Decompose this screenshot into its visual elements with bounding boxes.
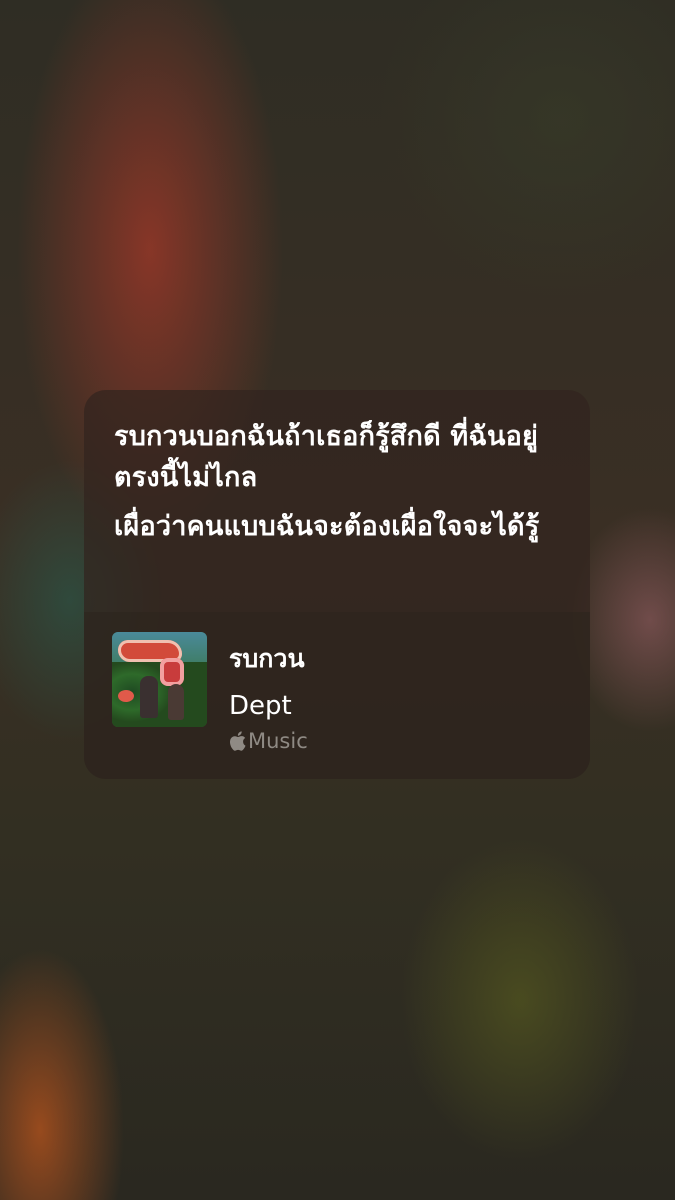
track-meta: รบกวน Dept Music: [229, 642, 308, 755]
lyrics-share-card[interactable]: รบกวนบอกฉันถ้าเธอก็รู้สึกดี ที่ฉันอยู่ตร…: [84, 390, 590, 779]
lyrics-section: รบกวนบอกฉันถ้าเธอก็รู้สึกดี ที่ฉันอยู่ตร…: [84, 390, 590, 586]
lyric-line: เผื่อว่าคนแบบฉันจะต้องเผื่อใจจะได้รู้: [114, 511, 540, 542]
song-info[interactable]: รบกวน Dept Music: [84, 612, 590, 779]
song-title: รบกวน: [229, 644, 305, 673]
artist-name: Dept: [229, 691, 292, 721]
music-service-badge: Music: [229, 727, 308, 755]
apple-logo-icon: [230, 731, 246, 751]
album-artwork[interactable]: [112, 632, 207, 727]
lyric-line: รบกวนบอกฉันถ้าเธอก็รู้สึกดี ที่ฉันอยู่ตร…: [114, 421, 539, 493]
music-service-label: Music: [248, 729, 308, 753]
